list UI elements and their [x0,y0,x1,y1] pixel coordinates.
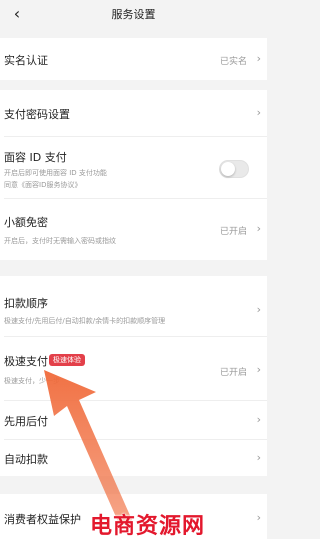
service-settings-page: ‹ 服务设置 实名认证 已实名 › 支付密码设置 › 面容 ID 支付 开启后即… [0,0,267,539]
row-deduct-order[interactable]: 扣款顺序 极速支付/先用后付/自动扣款/余情卡的扣款顺序管理 › [0,276,267,334]
consumer-protect-label: 消费者权益保护 [4,513,81,526]
chevron-right-icon: › [256,363,261,376]
row-use-first[interactable]: 先用后付 › [0,401,267,439]
chevron-right-icon: › [256,303,261,316]
page-title: 服务设置 [111,8,156,21]
watermark-text: 电商资源网 [90,514,206,539]
auto-deduct-label: 自动扣款 [4,453,48,466]
toggle-knob [221,162,235,176]
card-real-name: 实名认证 已实名 › [0,38,267,80]
face-pay-agreement-link[interactable]: 同意《面容ID服务协议》 [4,180,81,190]
chevron-right-icon: › [256,52,261,65]
row-fast-pay[interactable]: 极速支付 极速支付，少一步 已开启 › [0,337,267,399]
back-arrow-icon[interactable]: ‹ [6,2,28,24]
chevron-right-icon: › [256,451,261,464]
card-deduction: 扣款顺序 极速支付/先用后付/自动扣款/余情卡的扣款顺序管理 › 极速支付 极速… [0,276,267,476]
real-name-status: 已实名 [219,57,247,67]
deduct-order-label: 扣款顺序 [4,297,48,310]
small-free-label: 小额免密 [4,216,48,229]
fast-pay-label: 极速支付 [4,355,48,368]
chevron-right-icon: › [256,106,261,119]
deduct-order-desc: 极速支付/先用后付/自动扣款/余情卡的扣款顺序管理 [4,317,166,325]
fast-pay-badge: 极速体验 [49,354,85,366]
face-pay-desc: 开启后即可使用面容 ID 支付功能 [4,169,107,177]
row-small-free[interactable]: 小额免密 开启后，支付时无需输入密码或指纹 已开启 › [0,199,267,260]
card-payment-security: 支付密码设置 › 面容 ID 支付 开启后即可使用面容 ID 支付功能 同意《面… [0,90,267,260]
face-pay-label: 面容 ID 支付 [4,151,67,164]
real-name-label: 实名认证 [4,54,48,67]
chevron-right-icon: › [256,413,261,426]
chevron-right-icon: › [256,511,261,524]
pay-password-label: 支付密码设置 [4,108,70,121]
top-bar: ‹ 服务设置 [0,0,267,28]
face-pay-toggle[interactable] [219,160,249,178]
use-first-label: 先用后付 [4,415,48,428]
small-free-status: 已开启 [219,227,247,237]
fast-pay-desc: 极速支付，少一步 [4,377,60,385]
chevron-right-icon: › [256,222,261,235]
small-free-desc: 开启后，支付时无需输入密码或指纹 [4,237,116,245]
fast-pay-status: 已开启 [219,368,247,378]
row-pay-password[interactable]: 支付密码设置 › [0,90,267,136]
row-real-name[interactable]: 实名认证 已实名 › [0,38,267,80]
row-face-pay: 面容 ID 支付 开启后即可使用面容 ID 支付功能 同意《面容ID服务协议》 [0,137,267,197]
row-auto-deduct[interactable]: 自动扣款 › [0,440,267,476]
